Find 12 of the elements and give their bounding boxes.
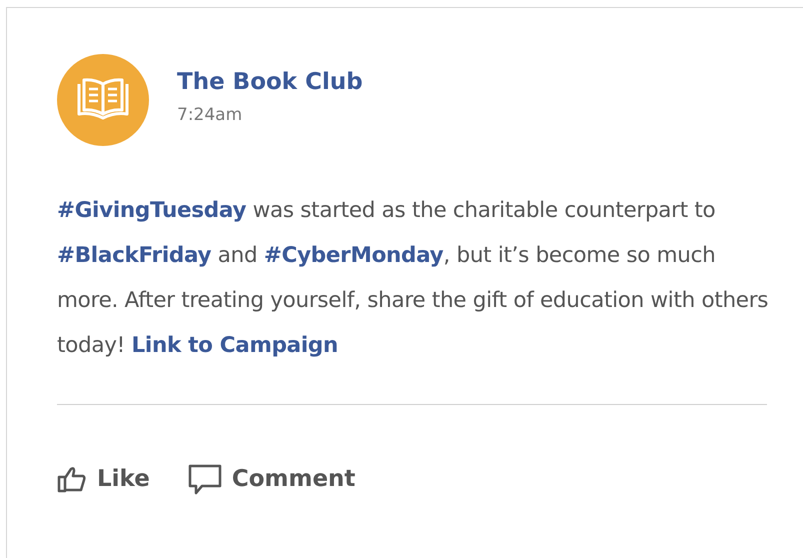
like-button[interactable]: Like bbox=[57, 463, 150, 495]
post-time: 7:24am bbox=[177, 105, 244, 125]
hashtag-link[interactable]: #GivingTuesday bbox=[57, 198, 246, 223]
comment-icon bbox=[188, 463, 222, 495]
campaign-link[interactable]: Link to Campaign bbox=[131, 333, 338, 358]
comment-button[interactable]: Comment bbox=[188, 463, 356, 495]
hashtag-link[interactable]: #BlackFriday bbox=[57, 243, 212, 268]
hashtag-link[interactable]: #CyberMonday bbox=[264, 243, 444, 268]
post-text: #GivingTuesday was started as the charitable counterpart to #BlackFriday and #CyberMonday, but it’s become so much more. After treating yourself, share the gift of education with others today! Link to Campaign bbox=[57, 197, 769, 360]
book-icon bbox=[57, 54, 149, 146]
author-name[interactable]: The Book Club bbox=[177, 69, 363, 95]
thumbs-up-icon bbox=[57, 464, 87, 494]
